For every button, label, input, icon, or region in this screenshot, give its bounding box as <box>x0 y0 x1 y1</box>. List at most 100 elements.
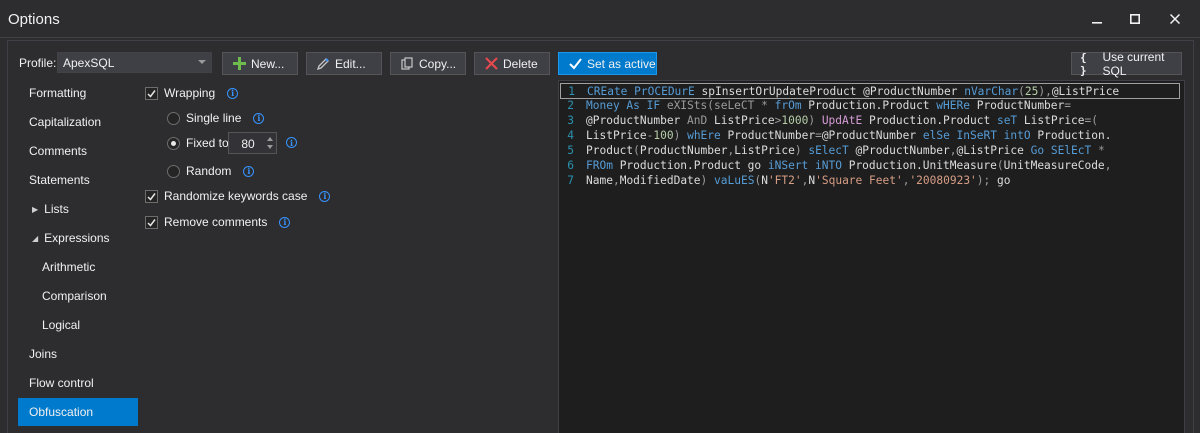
nav-item-label: Joins <box>29 347 58 361</box>
code-line[interactable]: 4 ListPrice-100) whEre ProductNumber=@Pro… <box>560 128 1111 143</box>
line-number: 2 <box>567 99 574 112</box>
delete-button[interactable]: Delete <box>474 52 550 75</box>
set-as-active-button[interactable]: Set as active <box>558 52 657 75</box>
code-token: , <box>612 174 620 187</box>
code-token: ProductNumber <box>727 129 816 142</box>
edit-button[interactable]: Edit... <box>306 52 382 75</box>
checkmark-icon <box>147 218 156 227</box>
nav-item-logical[interactable]: Logical <box>18 311 138 339</box>
info-icon[interactable]: i <box>243 165 255 177</box>
wrapping-checkbox[interactable]: Wrapping i <box>145 86 239 100</box>
code-token: Production.Product go <box>619 159 768 172</box>
nav-item-comments[interactable]: Comments <box>18 137 138 165</box>
code-token: Go SElEcT <box>1030 144 1098 157</box>
code-token: Name <box>586 174 613 187</box>
code-token: Production.UnitMeasure <box>848 159 997 172</box>
code-line[interactable]: 6 FROm Production.Product go iNSert iNTO … <box>560 158 1111 173</box>
code-token: CREate PrOCEDurE <box>587 85 702 98</box>
new-button-label: New... <box>251 56 285 71</box>
checkbox-box[interactable] <box>145 189 158 203</box>
fixed-to-value[interactable]: 80 <box>233 137 263 151</box>
use-current-sql-button[interactable]: { } Use current SQL <box>1071 50 1182 78</box>
radio-button[interactable] <box>167 164 180 178</box>
code-line[interactable]: 7 Name,ModifiedDate) vaLuES(N'FT2',N'Squa… <box>560 173 1011 188</box>
close-icon <box>1170 14 1180 24</box>
maximize-button[interactable] <box>1122 8 1148 30</box>
nav-item-expressions[interactable]: ◢ Expressions <box>18 224 138 252</box>
code-token: Production.Product <box>868 114 997 127</box>
nav-item-label: Statements <box>29 173 90 187</box>
code-token: frOm <box>774 99 809 112</box>
line-number: 5 <box>567 144 574 157</box>
nav-item-flow-control[interactable]: Flow control <box>18 369 138 397</box>
pencil-icon <box>317 58 329 70</box>
nav-item-lists[interactable]: ▶ Lists <box>18 195 138 223</box>
sql-preview-editor[interactable]: 1 CREate PrOCEDurE spInsertOrUpdateProduc… <box>558 80 1185 433</box>
code-token: wHERe <box>936 99 977 112</box>
randomize-keywords-checkbox[interactable]: Randomize keywords case i <box>145 189 331 203</box>
close-button[interactable] <box>1162 8 1188 30</box>
copy-button-label: Copy... <box>419 56 457 71</box>
radio-button[interactable] <box>167 111 180 125</box>
info-icon[interactable]: i <box>286 137 297 148</box>
random-radio[interactable]: Random i <box>167 164 255 178</box>
fixed-to-radio[interactable]: Fixed to <box>167 136 229 150</box>
nav-item-arithmetic[interactable]: Arithmetic <box>18 253 138 281</box>
randomize-keywords-label: Randomize keywords case <box>164 189 308 203</box>
info-icon[interactable]: i <box>279 216 291 228</box>
nav-item-label: Capitalization <box>29 115 102 129</box>
code-token: @ProductNumber <box>821 129 923 142</box>
plus-icon <box>233 57 246 70</box>
code-token: Production. <box>1037 129 1112 142</box>
code-token: ( <box>1018 85 1025 98</box>
new-button[interactable]: New... <box>222 52 298 75</box>
code-token: nVarChar <box>964 85 1019 98</box>
nav-item-label: Comparison <box>42 289 107 303</box>
code-token: ProductNumber <box>976 99 1065 112</box>
code-text: Product(ProductNumber,ListPrice) sElecT … <box>586 143 1105 158</box>
stepper-up-icon[interactable] <box>267 137 273 141</box>
code-line[interactable]: 3 @ProductNumber AnD ListPrice>1000) UpdA… <box>560 113 1098 128</box>
code-token: UpdAtE <box>821 114 869 127</box>
checkbox-box[interactable] <box>145 215 158 229</box>
profile-select[interactable]: ApexSQL <box>57 52 212 73</box>
code-line[interactable]: 2 Money As IF eXISts(seLeCT * frOm Produc… <box>560 98 1071 113</box>
title-bar: Options <box>0 0 1200 38</box>
code-token: ProductNumber <box>639 144 728 157</box>
nav-item-statements[interactable]: Statements <box>18 166 138 194</box>
nav-item-label: Obfuscation <box>29 405 94 419</box>
nav-item-joins[interactable]: Joins <box>18 340 138 368</box>
code-token: ( <box>996 159 1004 172</box>
nav-item-capitalization[interactable]: Capitalization <box>18 108 138 136</box>
code-token: go <box>997 174 1011 187</box>
code-token: , <box>1104 159 1112 172</box>
single-line-radio[interactable]: Single line i <box>167 111 265 125</box>
code-line[interactable]: 1 CREate PrOCEDurE spInsertOrUpdateProduc… <box>560 83 1180 99</box>
delete-icon <box>485 57 498 70</box>
braces-icon: { } <box>1080 50 1087 77</box>
chevron-down-icon <box>198 60 206 64</box>
remove-comments-checkbox[interactable]: Remove comments i <box>145 215 291 229</box>
info-icon[interactable]: i <box>227 87 239 99</box>
minimize-button[interactable] <box>1084 8 1110 30</box>
expand-arrow-icon[interactable]: ▶ <box>32 196 38 224</box>
code-token: seT <box>996 114 1024 127</box>
line-number: 1 <box>568 85 575 98</box>
copy-button[interactable]: Copy... <box>390 52 466 75</box>
code-token: 1000 <box>781 114 809 127</box>
radio-button[interactable] <box>167 136 180 150</box>
code-token: ); <box>976 174 998 187</box>
code-token: N <box>761 174 768 187</box>
info-icon[interactable]: i <box>253 112 265 124</box>
info-icon[interactable]: i <box>319 190 331 202</box>
fixed-to-stepper[interactable]: 80 <box>228 132 277 154</box>
nav-item-obfuscation[interactable]: Obfuscation <box>18 398 138 426</box>
code-text: CREate PrOCEDurE spInsertOrUpdateProduct… <box>587 84 1119 99</box>
nav-item-formatting[interactable]: Formatting <box>18 79 138 107</box>
code-line[interactable]: 5 Product(ProductNumber, ListPrice) sElecT… <box>560 143 1105 158</box>
set-as-active-label: Set as active <box>587 56 656 71</box>
stepper-down-icon[interactable] <box>267 145 273 149</box>
collapse-arrow-icon[interactable]: ◢ <box>32 225 38 253</box>
nav-item-comparison[interactable]: Comparison <box>18 282 138 310</box>
checkbox-box[interactable] <box>145 86 158 100</box>
